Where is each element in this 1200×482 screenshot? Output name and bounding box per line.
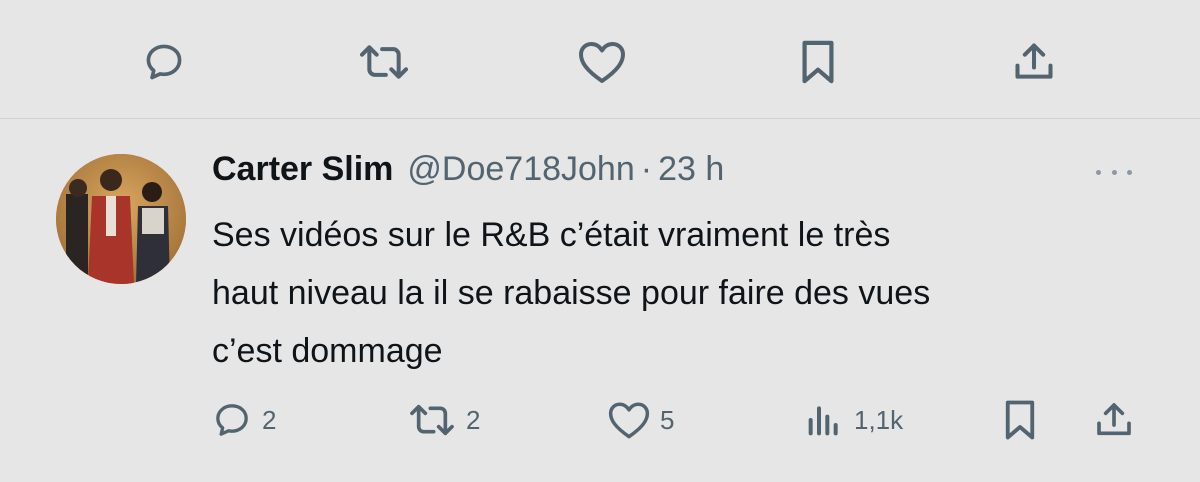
retweet-icon [410,404,454,436]
bookmark-button[interactable] [1002,392,1038,448]
tweet-text: Ses vidéos sur le R&B c’était vraiment l… [212,206,1162,380]
divider [0,118,1200,119]
more-options-button[interactable] [1096,160,1132,184]
retweet-count: 2 [466,404,481,435]
bookmark-icon [802,40,834,84]
bookmark-button-top[interactable] [790,34,846,90]
share-icon [1097,403,1131,436]
like-count: 5 [660,404,675,435]
more-dot-icon [1111,169,1117,175]
author-handle[interactable]: @Doe718John [407,150,634,189]
more-dot-icon [1096,169,1101,175]
reply-icon [146,44,182,80]
views-button[interactable]: 1,1k [804,392,903,448]
avatar-photo-icon [56,154,186,284]
author-name[interactable]: Carter Slim [212,150,393,189]
tweet-action-bar: 2 2 5 1,1k [0,392,1200,452]
views-count: 1,1k [854,404,904,435]
share-icon [1015,43,1053,79]
separator-dot: · [640,150,653,188]
retweet-button[interactable]: 2 [408,392,480,448]
like-icon [608,402,650,439]
bookmark-icon [1005,400,1035,440]
views-chart-icon [808,406,838,436]
tweet-text-line: haut niveau la il se rabaisse pour faire… [212,274,931,312]
more-dot-icon [1127,169,1132,175]
like-button-top[interactable] [574,34,630,90]
reply-count: 2 [262,404,277,435]
like-button[interactable]: 5 [608,392,674,448]
avatar[interactable] [56,154,186,284]
share-button[interactable] [1094,392,1134,448]
tweet-header: Carter Slim @Doe718John · 23 h [212,150,724,194]
share-button-top[interactable] [1006,34,1062,90]
reply-icon [216,404,248,436]
tweet-time[interactable]: 23 h [658,150,724,189]
tweet-text-line: Ses vidéos sur le R&B c’était vraiment l… [212,216,891,254]
reply-button-top[interactable] [136,34,192,90]
retweet-button-top[interactable] [356,34,412,90]
top-action-bar [0,0,1200,118]
tweet-text-line: c’est dommage [212,332,443,370]
reply-button[interactable]: 2 [212,392,276,448]
like-icon [579,42,625,83]
retweet-icon [359,45,409,79]
